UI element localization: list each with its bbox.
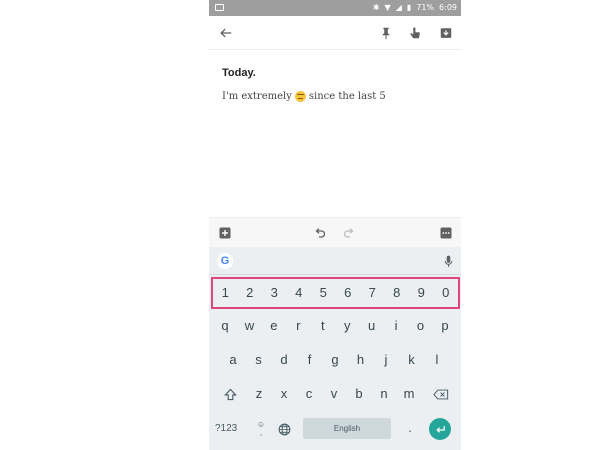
mic-icon[interactable] xyxy=(441,253,455,269)
zxcv-letter-group: z x c v b n m xyxy=(249,381,419,407)
key-p[interactable]: p xyxy=(435,313,455,339)
pin-icon[interactable] xyxy=(375,16,397,50)
status-bar: ✱ ▼ ◢ ▮ 71% 6:09 xyxy=(209,0,461,16)
enter-key[interactable] xyxy=(429,418,451,440)
key-t[interactable]: t xyxy=(313,313,333,339)
back-arrow-icon[interactable] xyxy=(215,16,237,50)
key-8[interactable]: 8 xyxy=(386,280,408,306)
number-row-highlight: 1 2 3 4 5 6 7 8 9 0 xyxy=(211,277,460,309)
key-a[interactable]: a xyxy=(223,347,243,373)
note-title[interactable]: Today. xyxy=(222,67,256,79)
battery-icon: ▮ xyxy=(406,3,412,12)
wifi-icon: ▼ xyxy=(384,3,391,12)
archive-icon[interactable] xyxy=(435,16,457,50)
globe-icon[interactable] xyxy=(276,421,292,437)
undo-icon[interactable] xyxy=(310,218,330,248)
status-bar-right: ✱ ▼ ◢ ▮ 71% 6:09 xyxy=(373,0,457,16)
key-j[interactable]: j xyxy=(376,347,396,373)
battery-percent: 71% xyxy=(416,3,435,12)
keyboard-suggestion-bar: G xyxy=(209,247,461,275)
key-4[interactable]: 4 xyxy=(288,280,310,306)
key-3[interactable]: 3 xyxy=(263,280,285,306)
add-box-icon[interactable] xyxy=(215,218,235,248)
key-g[interactable]: g xyxy=(325,347,345,373)
key-i[interactable]: i xyxy=(386,313,406,339)
editor-action-bar xyxy=(209,217,461,247)
bluetooth-icon: ✱ xyxy=(372,3,380,12)
key-m[interactable]: m xyxy=(399,381,419,407)
note-editor[interactable]: Today. I'm extremely since the last 5 xyxy=(209,51,461,217)
signal-icon: ◢ xyxy=(395,3,402,12)
keyboard-row-qwerty: q w e r t y u i o p xyxy=(211,313,459,339)
key-u[interactable]: u xyxy=(362,313,382,339)
key-f[interactable]: f xyxy=(300,347,320,373)
emoji-key[interactable]: ☺ , xyxy=(255,415,267,443)
key-n[interactable]: n xyxy=(374,381,394,407)
key-k[interactable]: k xyxy=(402,347,422,373)
keyboard-row-bottom: ?123 ☺ , English . xyxy=(209,415,461,443)
key-l[interactable]: l xyxy=(427,347,447,373)
clock: 6:09 xyxy=(439,3,457,12)
key-z[interactable]: z xyxy=(249,381,269,407)
period-key[interactable]: . xyxy=(405,417,415,439)
keyboard: G 1 2 3 4 5 6 7 8 9 0 q w e r t y u i o xyxy=(209,247,461,450)
keyboard-row-zxcv: z x c v b n m xyxy=(209,381,461,407)
more-icon[interactable] xyxy=(436,218,456,248)
key-d[interactable]: d xyxy=(274,347,294,373)
symbols-key[interactable]: ?123 xyxy=(215,419,237,439)
key-b[interactable]: b xyxy=(349,381,369,407)
key-q[interactable]: q xyxy=(215,313,235,339)
note-body[interactable]: I'm extremely since the last 5 xyxy=(222,91,386,102)
redo-icon[interactable] xyxy=(339,218,359,248)
key-2[interactable]: 2 xyxy=(239,280,261,306)
expressionless-face-icon xyxy=(294,91,306,102)
note-toolbar xyxy=(209,16,461,50)
enter-arrow-icon xyxy=(435,425,445,433)
key-6[interactable]: 6 xyxy=(337,280,359,306)
key-v[interactable]: v xyxy=(324,381,344,407)
key-s[interactable]: s xyxy=(249,347,269,373)
key-x[interactable]: x xyxy=(274,381,294,407)
image-icon xyxy=(215,4,224,11)
note-body-text-start: I'm extremely xyxy=(222,91,292,102)
key-r[interactable]: r xyxy=(288,313,308,339)
backspace-icon[interactable] xyxy=(429,381,453,407)
comma-label: , xyxy=(259,428,263,437)
keyboard-row-asdf: a s d f g h j k l xyxy=(223,347,447,373)
shift-icon[interactable] xyxy=(219,381,241,407)
note-body-text-end: since the last 5 xyxy=(308,91,386,102)
key-c[interactable]: c xyxy=(299,381,319,407)
key-7[interactable]: 7 xyxy=(361,280,383,306)
key-y[interactable]: y xyxy=(337,313,357,339)
key-1[interactable]: 1 xyxy=(214,280,236,306)
reminder-hand-icon[interactable] xyxy=(404,16,426,50)
key-w[interactable]: w xyxy=(239,313,259,339)
key-9[interactable]: 9 xyxy=(410,280,432,306)
space-key[interactable]: English xyxy=(303,418,391,439)
key-h[interactable]: h xyxy=(351,347,371,373)
key-5[interactable]: 5 xyxy=(312,280,334,306)
key-e[interactable]: e xyxy=(264,313,284,339)
key-0[interactable]: 0 xyxy=(435,280,457,306)
phone-screen: ✱ ▼ ◢ ▮ 71% 6:09 Today. I'm extremely si… xyxy=(209,0,461,450)
key-o[interactable]: o xyxy=(411,313,431,339)
google-g-icon[interactable]: G xyxy=(217,253,233,269)
